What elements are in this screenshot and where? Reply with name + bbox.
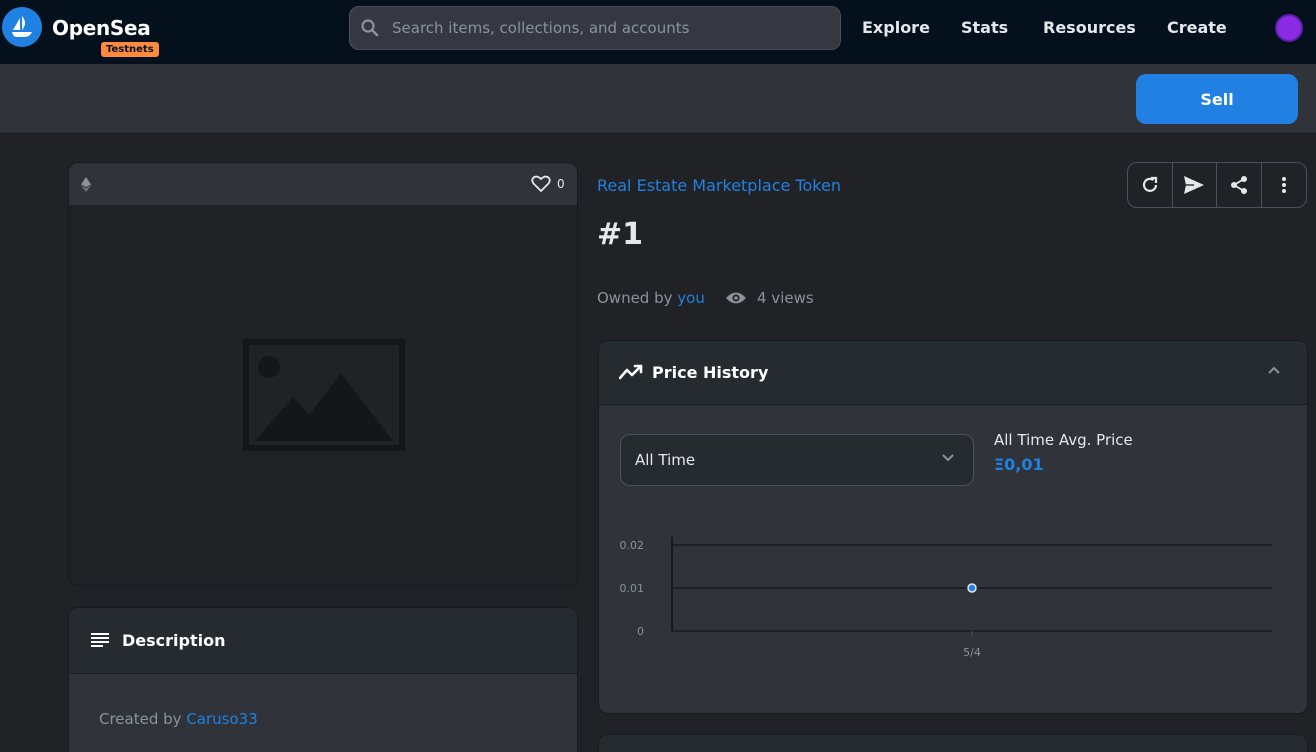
price-history-panel: Price History All Time All Time Avg. Pri… — [598, 340, 1308, 714]
time-range-select[interactable]: All Time — [620, 434, 974, 486]
more-options-button[interactable] — [1262, 163, 1306, 207]
search-icon — [361, 19, 379, 37]
ethereum-icon — [81, 177, 91, 192]
owner-link[interactable]: you — [677, 289, 705, 307]
nav-stats[interactable]: Stats — [961, 18, 1008, 37]
refresh-icon — [1142, 176, 1157, 192]
chart-point — [967, 583, 977, 593]
share-button[interactable] — [1217, 163, 1262, 207]
creator-link[interactable]: Caruso33 — [186, 710, 257, 728]
owner-action-bar: Sell — [0, 64, 1316, 134]
brand-name[interactable]: OpenSea — [52, 16, 151, 40]
opensea-logo[interactable] — [2, 7, 42, 47]
favorite-button[interactable]: 0 — [531, 175, 565, 193]
owner-info: Owned by you — [597, 289, 705, 307]
more-vertical-icon — [1281, 177, 1286, 193]
chart-y-tick-label: 0.01 — [620, 582, 645, 595]
nav-explore[interactable]: Explore — [862, 18, 930, 37]
favorite-count: 0 — [557, 177, 565, 191]
nav-resources[interactable]: Resources — [1043, 18, 1136, 37]
price-history-header[interactable]: Price History — [599, 341, 1307, 405]
trending-icon — [619, 364, 643, 380]
view-count: 4 views — [725, 289, 814, 307]
page-title: #1 — [597, 217, 644, 252]
chart-x-tick-label: 5/4 — [963, 646, 981, 659]
search-box — [349, 6, 841, 50]
collection-link[interactable]: Real Estate Marketplace Token — [597, 176, 841, 195]
nav-create[interactable]: Create — [1167, 18, 1227, 37]
top-nav: OpenSea Testnets Explore Stats Resources… — [0, 0, 1316, 64]
description-body: Created by Caruso33 — [99, 710, 258, 728]
created-by-label: Created by — [99, 710, 182, 728]
ship-icon — [12, 16, 32, 37]
description-title: Description — [122, 631, 226, 650]
search-input[interactable] — [392, 7, 832, 49]
share-icon — [1230, 176, 1247, 194]
description-icon — [91, 633, 109, 647]
heart-icon — [531, 175, 551, 192]
avg-price-value: Ξ0,01 — [994, 455, 1044, 474]
send-icon — [1184, 176, 1205, 194]
price-chart: 0 0.01 0.02 5/4 — [620, 537, 1272, 659]
media-card: 0 — [68, 162, 578, 586]
chart-y-tick-label: 0.02 — [620, 539, 645, 552]
eye-icon — [726, 292, 746, 304]
avatar[interactable] — [1275, 14, 1303, 42]
media-header: 0 — [69, 163, 577, 205]
views-text: 4 views — [757, 289, 814, 307]
next-panel — [598, 734, 1308, 752]
chart-y-tick-label: 0 — [637, 625, 644, 638]
sell-button[interactable]: Sell — [1136, 74, 1298, 124]
chevron-up-icon[interactable] — [1267, 365, 1281, 375]
time-range-value: All Time — [635, 451, 696, 469]
item-actions — [1127, 162, 1307, 208]
refresh-button[interactable] — [1128, 163, 1173, 207]
chevron-down-icon — [942, 454, 954, 462]
image-placeholder-icon — [243, 339, 405, 451]
description-header[interactable]: Description — [69, 608, 577, 674]
price-history-title: Price History — [652, 363, 769, 382]
transfer-button[interactable] — [1173, 163, 1217, 207]
testnets-badge: Testnets — [101, 42, 159, 57]
description-panel: Description Created by Caruso33 — [68, 607, 578, 752]
avg-price-label: All Time Avg. Price — [994, 431, 1133, 449]
owned-by-label: Owned by — [597, 289, 673, 307]
